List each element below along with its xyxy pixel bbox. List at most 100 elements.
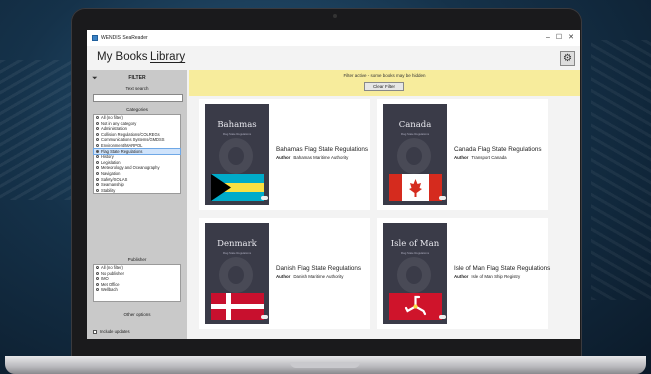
- book-author: Author Bahamas Maritime Authority: [276, 155, 348, 160]
- category-option-label: Meteorology and Oceanography: [101, 165, 160, 171]
- cloud-icon: [439, 315, 446, 319]
- publisher-option[interactable]: Wellbach: [94, 287, 180, 293]
- radio-icon[interactable]: [95, 183, 99, 187]
- publisher-option-label: Wellbach: [101, 287, 118, 293]
- book-cover[interactable]: Denmark Flag State Regulations: [205, 223, 269, 324]
- author-label: Author: [276, 155, 291, 160]
- book-title[interactable]: Bahamas Flag State Regulations: [276, 146, 368, 153]
- author-label: Author: [454, 155, 469, 160]
- filter-title: FILTER: [128, 75, 146, 81]
- radio-icon[interactable]: [95, 149, 99, 153]
- radio-icon[interactable]: [95, 138, 99, 142]
- radio-icon[interactable]: [95, 160, 99, 164]
- laptop-notch: [290, 362, 360, 368]
- cover-title: Bahamas: [217, 120, 257, 130]
- text-search-input[interactable]: [93, 94, 183, 102]
- radio-icon[interactable]: [95, 116, 99, 119]
- author-label: Author: [454, 274, 469, 279]
- book-card[interactable]: Isle of Man Flag State Regulations Isle …: [377, 218, 550, 329]
- background-stripes-right: [591, 40, 651, 300]
- radio-icon[interactable]: [95, 143, 99, 147]
- category-option-label: Safety/SOLAS: [101, 176, 128, 182]
- category-option-label: Collision Regulations/COLREGs: [101, 131, 160, 137]
- filter-banner-text: Filter active - some books may be hidden: [343, 73, 426, 78]
- book-card[interactable]: Canada Flag State Regulations Canada Fla…: [377, 99, 548, 210]
- radio-icon[interactable]: [95, 277, 99, 281]
- isle-of-man-flag-icon: [389, 293, 442, 320]
- include-updates-label: Include updates: [100, 329, 130, 334]
- cloud-icon: [261, 315, 268, 319]
- text-search-label: Text search: [125, 86, 149, 91]
- radio-icon[interactable]: [95, 166, 99, 170]
- app-icon: [92, 35, 98, 41]
- categories-list: All (no filter) Not in any category Admini…: [93, 114, 181, 194]
- category-option-label: Administration: [101, 126, 127, 132]
- cover-subtitle: Flag State Regulations: [400, 251, 430, 255]
- gear-icon[interactable]: ⚙: [560, 51, 575, 66]
- cover-title: Denmark: [217, 239, 257, 249]
- window-title: WENDIS SeaReader: [101, 35, 148, 41]
- include-updates-checkbox[interactable]: [93, 330, 97, 334]
- radio-icon[interactable]: [95, 155, 99, 159]
- canada-flag-icon: [389, 174, 442, 201]
- category-option-label: History: [101, 154, 114, 160]
- category-option-label: All (no filter): [101, 115, 123, 120]
- title-bar: WENDIS SeaReader – ☐ ✕: [87, 30, 580, 47]
- cover-subtitle: Flag State Regulations: [400, 132, 430, 136]
- publisher-option-label: All (no filter): [101, 265, 123, 270]
- book-card[interactable]: Bahamas Flag State Regulations Bahamas F…: [199, 99, 370, 210]
- publisher-label: Publisher: [127, 257, 147, 262]
- radio-icon[interactable]: [95, 266, 99, 269]
- book-card[interactable]: Denmark Flag State Regulations Danish Fl…: [199, 218, 370, 329]
- radio-icon[interactable]: [95, 271, 99, 275]
- author-label: Author: [276, 274, 291, 279]
- app-window: WENDIS SeaReader – ☐ ✕ My Books Library …: [87, 30, 580, 339]
- publisher-option-label: No publisher: [101, 270, 124, 276]
- publisher-option-label: Met Office: [101, 281, 120, 287]
- author-name: Transport Canada: [471, 155, 507, 160]
- category-option-label: Navigation: [101, 170, 121, 176]
- author-name: Bahamas Maritime Authority: [293, 155, 349, 160]
- tab-my-books[interactable]: My Books: [97, 51, 148, 63]
- book-author: Author Danish Maritime Authority: [276, 274, 343, 279]
- radio-icon[interactable]: [95, 177, 99, 181]
- clear-filter-button[interactable]: Clear Filter: [364, 82, 404, 91]
- maximize-button[interactable]: ☐: [553, 33, 565, 43]
- filter-banner: Filter active - some books may be hidden…: [189, 70, 580, 96]
- book-title[interactable]: Danish Flag State Regulations: [276, 265, 361, 272]
- radio-icon[interactable]: [95, 288, 99, 292]
- radio-icon[interactable]: [95, 188, 99, 192]
- cover-subtitle: Flag State Regulations: [222, 251, 252, 255]
- book-title[interactable]: Canada Flag State Regulations: [454, 146, 542, 153]
- book-author: Author Transport Canada: [454, 155, 507, 160]
- book-cover[interactable]: Isle of Man Flag State Regulations: [383, 223, 447, 324]
- cloud-icon: [261, 196, 268, 200]
- book-cover[interactable]: Bahamas Flag State Regulations: [205, 104, 269, 205]
- nav-bar: My Books Library ⚙: [87, 46, 580, 70]
- category-option-label: Environment/MARPOL: [101, 142, 143, 148]
- book-title[interactable]: Isle of Man Flag State Regulations: [454, 265, 550, 272]
- tab-library[interactable]: Library: [150, 51, 185, 63]
- publisher-option-label: IMO: [101, 276, 109, 282]
- radio-icon[interactable]: [95, 171, 99, 175]
- category-option-label: Not in any category: [101, 120, 137, 126]
- other-options-label: Other options: [123, 312, 151, 317]
- book-cover[interactable]: Canada Flag State Regulations: [383, 104, 447, 205]
- cover-title: Canada: [398, 120, 432, 130]
- radio-icon[interactable]: [95, 121, 99, 125]
- category-option-label: Flag State Regulations: [101, 148, 143, 154]
- cover-emblem: [397, 138, 431, 174]
- filter-sidebar: ⏷ FILTER Text search Categories All (no …: [87, 70, 187, 339]
- cover-subtitle: Flag State Regulations: [222, 132, 252, 136]
- cover-emblem: [219, 257, 253, 293]
- radio-icon[interactable]: [95, 282, 99, 286]
- author-name: Danish Maritime Authority: [293, 274, 344, 279]
- category-option[interactable]: Stability: [94, 188, 180, 194]
- categories-label: Categories: [126, 107, 148, 112]
- radio-icon[interactable]: [95, 127, 99, 131]
- denmark-flag-icon: [211, 293, 264, 320]
- close-button[interactable]: ✕: [565, 33, 577, 43]
- author-name: Isle of Man Ship Registry: [471, 274, 521, 279]
- category-option-label: Seamanship: [101, 182, 124, 188]
- radio-icon[interactable]: [95, 132, 99, 136]
